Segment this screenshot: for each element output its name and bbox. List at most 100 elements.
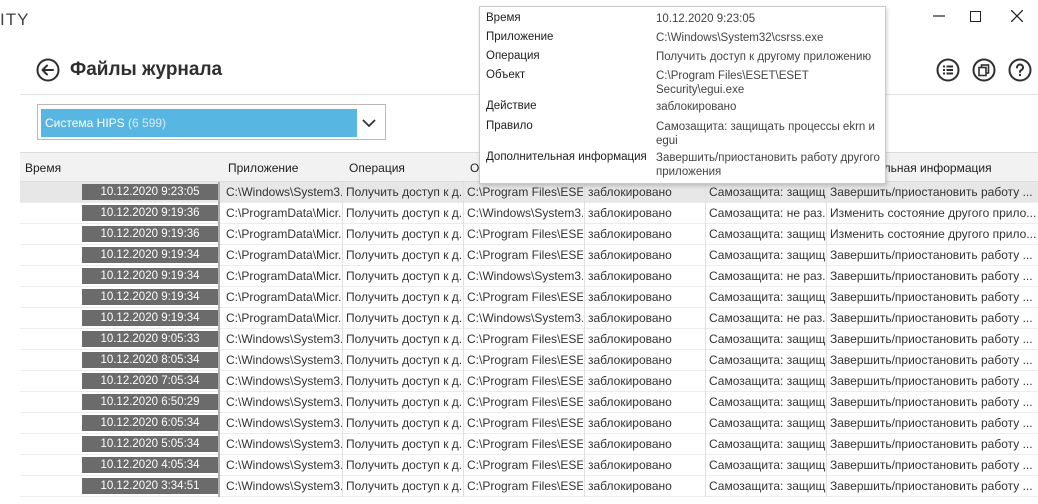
cell-rule: Самозащита: защищ... xyxy=(709,353,826,367)
cell-time: 10.12.2020 9:19:34 xyxy=(82,268,218,284)
column-separator xyxy=(705,224,706,245)
column-separator xyxy=(342,392,343,413)
column-header-object[interactable]: О xyxy=(470,161,479,175)
column-separator xyxy=(342,308,343,329)
column-separator xyxy=(463,266,464,287)
column-separator xyxy=(584,203,585,224)
column-separator xyxy=(584,371,585,392)
details-tooltip: Время 10.12.2020 9:23:05 Приложение C:\Wind… xyxy=(479,6,886,184)
list-menu-icon[interactable] xyxy=(936,58,960,82)
table-row[interactable]: 10.12.2020 9:19:34 C:\ProgramData\Micr...… xyxy=(20,308,1038,329)
cell-rule: Самозащита: защищ... xyxy=(709,458,826,472)
tooltip-value: Завершить/приостановить работу другого п… xyxy=(656,152,880,178)
table-row[interactable]: 10.12.2020 5:05:34 C:\Windows\System3... П… xyxy=(20,434,1038,455)
table-row[interactable]: 10.12.2020 6:05:34 C:\Windows\System3... П… xyxy=(20,413,1038,434)
column-separator xyxy=(218,329,220,350)
back-arrow-icon[interactable] xyxy=(36,58,60,82)
cell-action: заблокировано xyxy=(588,374,672,388)
table-row[interactable]: 10.12.2020 9:19:36 C:\ProgramData\Micr...… xyxy=(20,203,1038,224)
cell-info: Завершить/приостановить работу ... xyxy=(830,479,1033,493)
column-separator xyxy=(342,245,343,266)
column-separator xyxy=(463,371,464,392)
table-row[interactable]: 10.12.2020 7:05:34 C:\Windows\System3... П… xyxy=(20,371,1038,392)
cell-time: 10.12.2020 9:19:34 xyxy=(82,310,218,326)
cell-operation: Получить доступ к д... xyxy=(346,332,464,346)
cell-info: Завершить/приостановить работу ... xyxy=(830,416,1033,430)
cell-operation: Получить доступ к д... xyxy=(346,227,464,241)
table-row[interactable]: 10.12.2020 9:19:34 C:\ProgramData\Micr...… xyxy=(20,287,1038,308)
log-type-dropdown[interactable]: Система HIPS (6 599) xyxy=(37,104,386,140)
column-separator xyxy=(584,455,585,476)
cell-app: C:\Windows\System3... xyxy=(226,479,342,493)
table-row[interactable]: 10.12.2020 9:19:34 C:\ProgramData\Micr...… xyxy=(20,266,1038,287)
column-separator xyxy=(584,329,585,350)
cell-action: заблокировано xyxy=(588,416,672,430)
tooltip-value: Самозащита: защищать процессы ekrn и egu… xyxy=(656,121,875,147)
close-button[interactable] xyxy=(994,2,1038,30)
cell-info: Завершить/приостановить работу ... xyxy=(830,311,1033,325)
tooltip-label: Дополнительная информация xyxy=(486,151,647,163)
table-row[interactable]: 10.12.2020 4:05:34 C:\Windows\System3... П… xyxy=(20,455,1038,476)
column-separator xyxy=(463,329,464,350)
column-separator xyxy=(463,287,464,308)
page-header: Файлы журнала xyxy=(36,58,222,82)
column-separator xyxy=(463,476,464,497)
cell-object: C:\Program Files\ESE... xyxy=(467,437,583,451)
column-separator xyxy=(826,455,827,476)
table-row[interactable]: 10.12.2020 9:19:34 C:\ProgramData\Micr...… xyxy=(20,245,1038,266)
column-separator xyxy=(584,224,585,245)
tooltip-label: Объект xyxy=(486,69,526,81)
cell-app: C:\Windows\System3... xyxy=(226,332,342,346)
column-header-info[interactable]: тельная информация xyxy=(872,161,992,175)
cell-object: C:\Program Files\ESE... xyxy=(467,479,583,493)
table-row[interactable]: 10.12.2020 6:50:29 C:\Windows\System3... П… xyxy=(20,392,1038,413)
cell-rule: Самозащита: защищ... xyxy=(709,332,826,346)
column-separator xyxy=(705,434,706,455)
cell-object: C:\Program Files\ESE... xyxy=(467,332,583,346)
cell-rule: Самозащита: не раз... xyxy=(709,206,826,220)
column-separator xyxy=(463,350,464,371)
column-separator xyxy=(826,350,827,371)
cell-info: Завершить/приостановить работу ... xyxy=(830,353,1033,367)
column-separator xyxy=(705,182,706,203)
close-icon xyxy=(1011,10,1023,22)
column-separator xyxy=(342,476,343,497)
column-separator xyxy=(342,434,343,455)
cell-info: Завершить/приостановить работу ... xyxy=(830,374,1033,388)
cell-app: C:\ProgramData\Micr... xyxy=(226,269,342,283)
maximize-button[interactable] xyxy=(952,2,998,30)
cell-action: заблокировано xyxy=(588,269,672,283)
column-separator xyxy=(342,350,343,371)
table-row[interactable]: 10.12.2020 3:34:51 C:\Windows\System3... П… xyxy=(20,476,1038,497)
table-row[interactable]: 10.12.2020 9:23:05 C:\Windows\System3... П… xyxy=(20,182,1038,203)
help-icon[interactable] xyxy=(1008,58,1032,82)
cell-operation: Получить доступ к д... xyxy=(346,206,464,220)
cell-action: заблокировано xyxy=(588,353,672,367)
cell-time: 10.12.2020 9:05:33 xyxy=(82,331,218,347)
copy-windows-icon[interactable] xyxy=(972,58,996,82)
column-separator xyxy=(826,392,827,413)
column-separator xyxy=(584,413,585,434)
table-row[interactable]: 10.12.2020 8:05:34 C:\Windows\System3... П… xyxy=(20,350,1038,371)
column-separator xyxy=(584,308,585,329)
column-separator xyxy=(584,182,585,203)
column-separator xyxy=(584,392,585,413)
column-header-operation[interactable]: Операция xyxy=(349,161,405,175)
column-separator xyxy=(826,329,827,350)
column-separator xyxy=(218,476,220,497)
column-header-app[interactable]: Приложение xyxy=(228,161,298,175)
cell-operation: Получить доступ к д... xyxy=(346,185,464,199)
table-row[interactable]: 10.12.2020 9:05:33 C:\Windows\System3... П… xyxy=(20,329,1038,350)
cell-rule: Самозащита: защищ... xyxy=(709,395,826,409)
maximize-icon xyxy=(969,10,981,22)
tooltip-value: C:\Windows\System32\csrss.exe xyxy=(656,32,824,44)
column-separator xyxy=(584,266,585,287)
cell-operation: Получить доступ к д... xyxy=(346,353,464,367)
cell-action: заблокировано xyxy=(588,227,672,241)
table-row[interactable]: 10.12.2020 9:19:36 C:\ProgramData\Micr...… xyxy=(20,224,1038,245)
cell-app: C:\ProgramData\Micr... xyxy=(226,248,342,262)
column-header-time[interactable]: Время xyxy=(25,161,61,175)
cell-action: заблокировано xyxy=(588,458,672,472)
column-separator xyxy=(826,413,827,434)
column-separator xyxy=(218,266,220,287)
